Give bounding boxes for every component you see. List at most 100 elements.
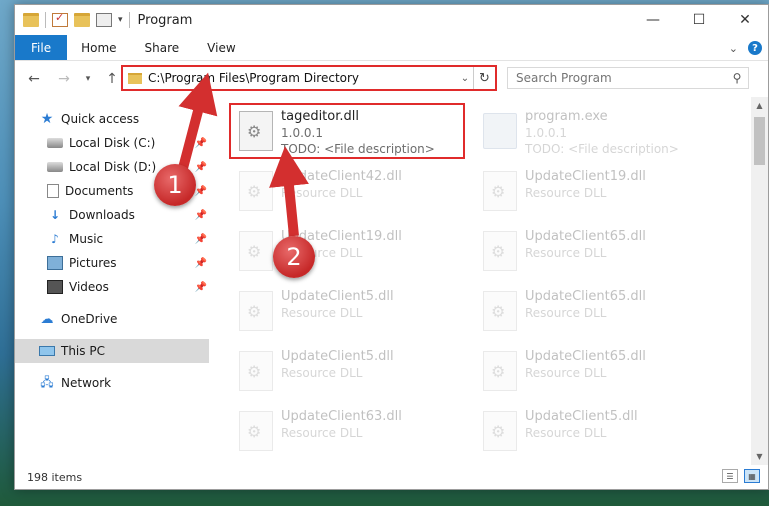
- file-item[interactable]: UpdateClient65.dll Resource DLL: [477, 287, 717, 343]
- large-icons-view-icon[interactable]: ▦: [744, 469, 760, 483]
- file-name: UpdateClient19.dll: [525, 169, 646, 184]
- tab-view[interactable]: View: [193, 35, 249, 60]
- highlight-box: [229, 103, 465, 159]
- dll-file-icon: [239, 291, 273, 331]
- nav-item-label: Music: [69, 232, 104, 246]
- dll-file-icon: [483, 291, 517, 331]
- nav-item-label: Local Disk (D:): [69, 160, 157, 174]
- new-folder-icon[interactable]: [74, 13, 90, 27]
- file-item[interactable]: UpdateClient5.dll Resource DLL: [477, 407, 717, 463]
- nav-item-music[interactable]: ♪ Music 📌: [15, 227, 209, 251]
- pin-icon[interactable]: 📌: [195, 210, 207, 221]
- pin-icon[interactable]: 📌: [195, 138, 207, 149]
- file-name: program.exe: [525, 109, 608, 124]
- title-bar: ▾ Program — ☐ ✕: [15, 5, 768, 35]
- customize-dropdown-icon[interactable]: ▾: [118, 15, 123, 25]
- nav-item-videos[interactable]: Videos 📌: [15, 275, 209, 299]
- dll-file-icon: [239, 171, 273, 211]
- address-path[interactable]: C:\Program Files\Program Directory: [148, 71, 457, 85]
- folder-icon: [23, 13, 39, 27]
- file-item-program-exe[interactable]: program.exe 1.0.0.1 TODO: <File descript…: [477, 107, 717, 163]
- tab-home[interactable]: Home: [67, 35, 130, 60]
- network-icon: 🖧: [40, 374, 54, 389]
- main-area: ★ Quick access Local Disk (C:) 📌 Local D…: [15, 97, 768, 465]
- refresh-icon[interactable]: ↻: [473, 67, 495, 89]
- maximize-button[interactable]: ☐: [676, 5, 722, 35]
- vertical-scrollbar[interactable]: ▲ ▼: [751, 97, 768, 465]
- search-input[interactable]: [516, 71, 726, 85]
- file-name: UpdateClient42.dll: [281, 169, 402, 184]
- file-item[interactable]: UpdateClient5.dll Resource DLL: [233, 287, 473, 343]
- nav-item-pictures[interactable]: Pictures 📌: [15, 251, 209, 275]
- scrollbar-thumb[interactable]: [754, 117, 765, 165]
- file-type: Resource DLL: [281, 366, 363, 380]
- dll-file-icon: [483, 171, 517, 211]
- file-item[interactable]: UpdateClient65.dll Resource DLL: [477, 347, 717, 403]
- file-description: TODO: <File description>: [525, 142, 679, 156]
- music-icon: ♪: [51, 232, 59, 246]
- up-button[interactable]: ↑: [101, 68, 123, 90]
- pin-icon[interactable]: 📌: [195, 234, 207, 245]
- explorer-window: ▾ Program — ☐ ✕ File Home Share View ⌄ ?…: [14, 4, 769, 490]
- onedrive-icon: ☁: [40, 311, 54, 327]
- address-bar[interactable]: C:\Program Files\Program Directory ⌄ ↻: [121, 65, 497, 91]
- recent-locations-dropdown[interactable]: ▾: [77, 68, 99, 90]
- forward-button[interactable]: →: [53, 68, 75, 90]
- exe-file-icon: [483, 113, 517, 149]
- pin-icon[interactable]: 📌: [195, 186, 207, 197]
- back-button[interactable]: ←: [23, 68, 45, 90]
- scroll-down-icon[interactable]: ▼: [751, 448, 768, 465]
- search-box[interactable]: ⚲: [507, 67, 749, 89]
- file-name: UpdateClient65.dll: [525, 229, 646, 244]
- expand-ribbon-icon[interactable]: ⌄: [729, 42, 738, 55]
- nav-item-label: This PC: [61, 344, 105, 358]
- nav-item-label: Downloads: [69, 208, 135, 222]
- item-count: 198 items: [27, 470, 83, 484]
- nav-item-onedrive[interactable]: ☁ OneDrive: [15, 307, 209, 331]
- view-options-icon[interactable]: [96, 13, 112, 27]
- help-icon[interactable]: ?: [748, 41, 762, 55]
- window-controls: — ☐ ✕: [630, 5, 768, 35]
- search-icon[interactable]: ⚲: [726, 71, 748, 85]
- pin-icon[interactable]: 📌: [195, 162, 207, 173]
- pin-icon[interactable]: 📌: [195, 258, 207, 269]
- file-name: UpdateClient65.dll: [525, 349, 646, 364]
- this-pc-icon: [39, 346, 55, 356]
- pictures-icon: [47, 256, 63, 270]
- details-view-icon[interactable]: ☰: [722, 469, 738, 483]
- quick-access-toolbar: ▾: [15, 11, 130, 28]
- dll-file-icon: [239, 351, 273, 391]
- disk-icon: [47, 162, 63, 172]
- pin-icon[interactable]: 📌: [195, 282, 207, 293]
- nav-item-label: OneDrive: [61, 312, 118, 326]
- downloads-icon: ↓: [49, 208, 61, 222]
- disk-icon: [47, 138, 63, 148]
- dll-file-icon: [483, 231, 517, 271]
- videos-icon: [47, 280, 63, 294]
- file-item[interactable]: UpdateClient65.dll Resource DLL: [477, 227, 717, 283]
- tab-share[interactable]: Share: [131, 35, 194, 60]
- file-item[interactable]: UpdateClient42.dll Resource DLL: [233, 167, 473, 223]
- scroll-up-icon[interactable]: ▲: [751, 97, 768, 114]
- nav-item-this-pc[interactable]: This PC: [15, 339, 209, 363]
- address-dropdown-icon[interactable]: ⌄: [457, 73, 473, 84]
- status-bar: 198 items ☰ ▦: [15, 465, 768, 489]
- file-item[interactable]: UpdateClient19.dll Resource DLL: [233, 227, 473, 283]
- close-button[interactable]: ✕: [722, 5, 768, 35]
- star-icon: ★: [40, 111, 54, 127]
- minimize-button[interactable]: —: [630, 5, 676, 35]
- nav-item-downloads[interactable]: ↓ Downloads 📌: [15, 203, 209, 227]
- file-item[interactable]: UpdateClient5.dll Resource DLL: [233, 347, 473, 403]
- file-type: Resource DLL: [281, 426, 363, 440]
- nav-item-quick-access[interactable]: ★ Quick access: [15, 107, 209, 131]
- nav-item-label: Quick access: [61, 112, 140, 126]
- file-type: Resource DLL: [525, 366, 607, 380]
- file-item[interactable]: UpdateClient63.dll Resource DLL: [233, 407, 473, 463]
- file-name: UpdateClient63.dll: [281, 409, 402, 424]
- file-type: Resource DLL: [281, 186, 363, 200]
- nav-item-network[interactable]: 🖧 Network: [15, 371, 209, 395]
- tab-file[interactable]: File: [15, 35, 68, 60]
- nav-item-local-disk-c[interactable]: Local Disk (C:) 📌: [15, 131, 209, 155]
- properties-check-icon[interactable]: [52, 11, 68, 27]
- file-item[interactable]: UpdateClient19.dll Resource DLL: [477, 167, 717, 223]
